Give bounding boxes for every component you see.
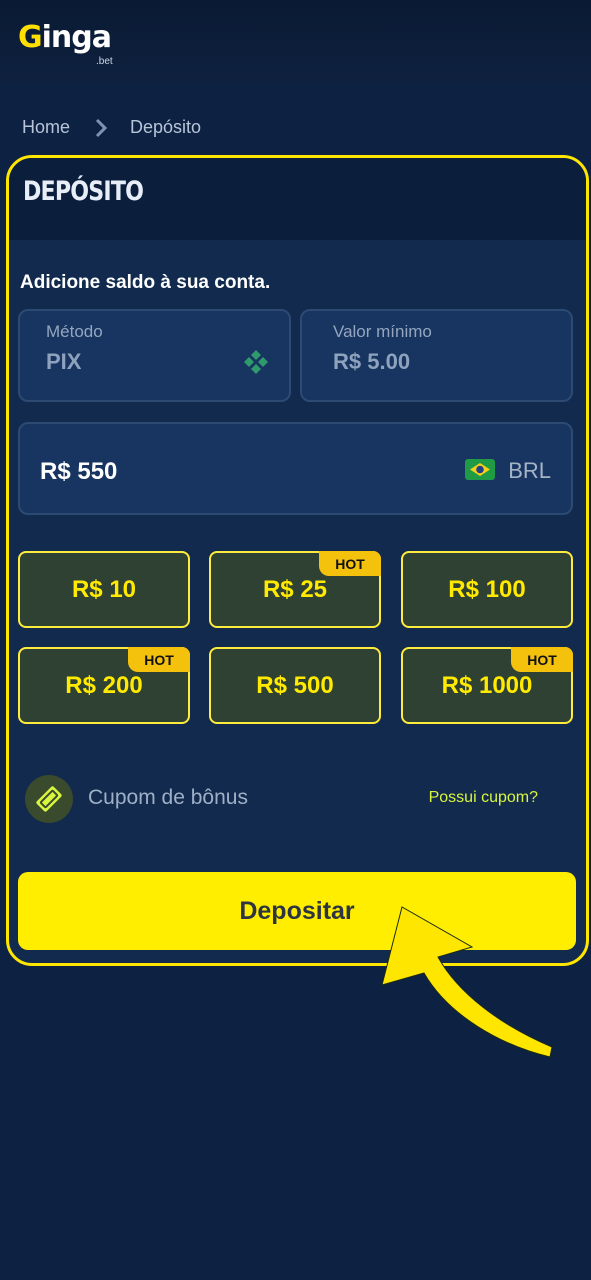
hot-badge: HOT bbox=[319, 551, 381, 576]
logo-letter: G bbox=[18, 20, 43, 55]
preset-label: R$ 200 bbox=[65, 671, 143, 699]
method-field[interactable]: Método PIX bbox=[18, 309, 291, 402]
amount-value: R$ 550 bbox=[40, 458, 118, 485]
preset-label: R$ 10 bbox=[71, 575, 137, 603]
pix-icon bbox=[244, 350, 268, 374]
preset-amount-200[interactable]: HOT R$ 200 bbox=[18, 647, 190, 724]
logo-word: inga bbox=[41, 20, 112, 55]
preset-label: R$ 100 bbox=[448, 575, 526, 603]
preset-label: R$ 1000 bbox=[441, 671, 533, 699]
deposit-subtitle: Adicione saldo à sua conta. bbox=[20, 272, 271, 293]
deposit-card: DEPÓSITO Adicione saldo à sua conta. Mét… bbox=[6, 155, 589, 966]
logo-sub: .bet bbox=[96, 56, 113, 67]
hot-badge: HOT bbox=[511, 647, 573, 672]
top-bar: Ginga .bet bbox=[0, 0, 591, 84]
preset-amount-25[interactable]: HOT R$ 25 bbox=[209, 551, 381, 628]
chevron-right-icon bbox=[95, 118, 108, 137]
coupon-label: Cupom de bônus bbox=[88, 786, 248, 809]
logo-text: Ginga bbox=[18, 20, 112, 55]
preset-amount-1000[interactable]: HOT R$ 1000 bbox=[401, 647, 573, 724]
min-value-label: Valor mínimo bbox=[333, 322, 432, 341]
preset-amount-10[interactable]: R$ 10 bbox=[18, 551, 190, 628]
preset-label: R$ 25 bbox=[262, 575, 328, 603]
ginga-logo[interactable]: Ginga .bet bbox=[18, 20, 128, 68]
method-value: PIX bbox=[46, 349, 82, 374]
card-header: DEPÓSITO bbox=[9, 158, 586, 240]
preset-amount-100[interactable]: R$ 100 bbox=[401, 551, 573, 628]
method-label: Método bbox=[46, 322, 103, 341]
min-value-field: Valor mínimo R$ 5.00 bbox=[300, 309, 573, 402]
hot-badge: HOT bbox=[128, 647, 190, 672]
breadcrumb: Home Depósito bbox=[22, 117, 201, 138]
ticket-icon bbox=[25, 775, 73, 823]
preset-label: R$ 500 bbox=[256, 671, 334, 699]
preset-amount-500[interactable]: R$ 500 bbox=[209, 647, 381, 724]
currency-label: BRL bbox=[508, 458, 551, 483]
have-coupon-link[interactable]: Possui cupom? bbox=[429, 789, 538, 807]
pointer-arrow-icon bbox=[381, 906, 553, 1058]
breadcrumb-home[interactable]: Home bbox=[22, 117, 70, 138]
brazil-flag-icon bbox=[465, 459, 495, 480]
min-value-amount: R$ 5.00 bbox=[333, 349, 411, 374]
page-title: DEPÓSITO bbox=[23, 176, 144, 207]
breadcrumb-current: Depósito bbox=[130, 117, 202, 137]
amount-input[interactable]: R$ 550 BRL bbox=[18, 422, 573, 515]
